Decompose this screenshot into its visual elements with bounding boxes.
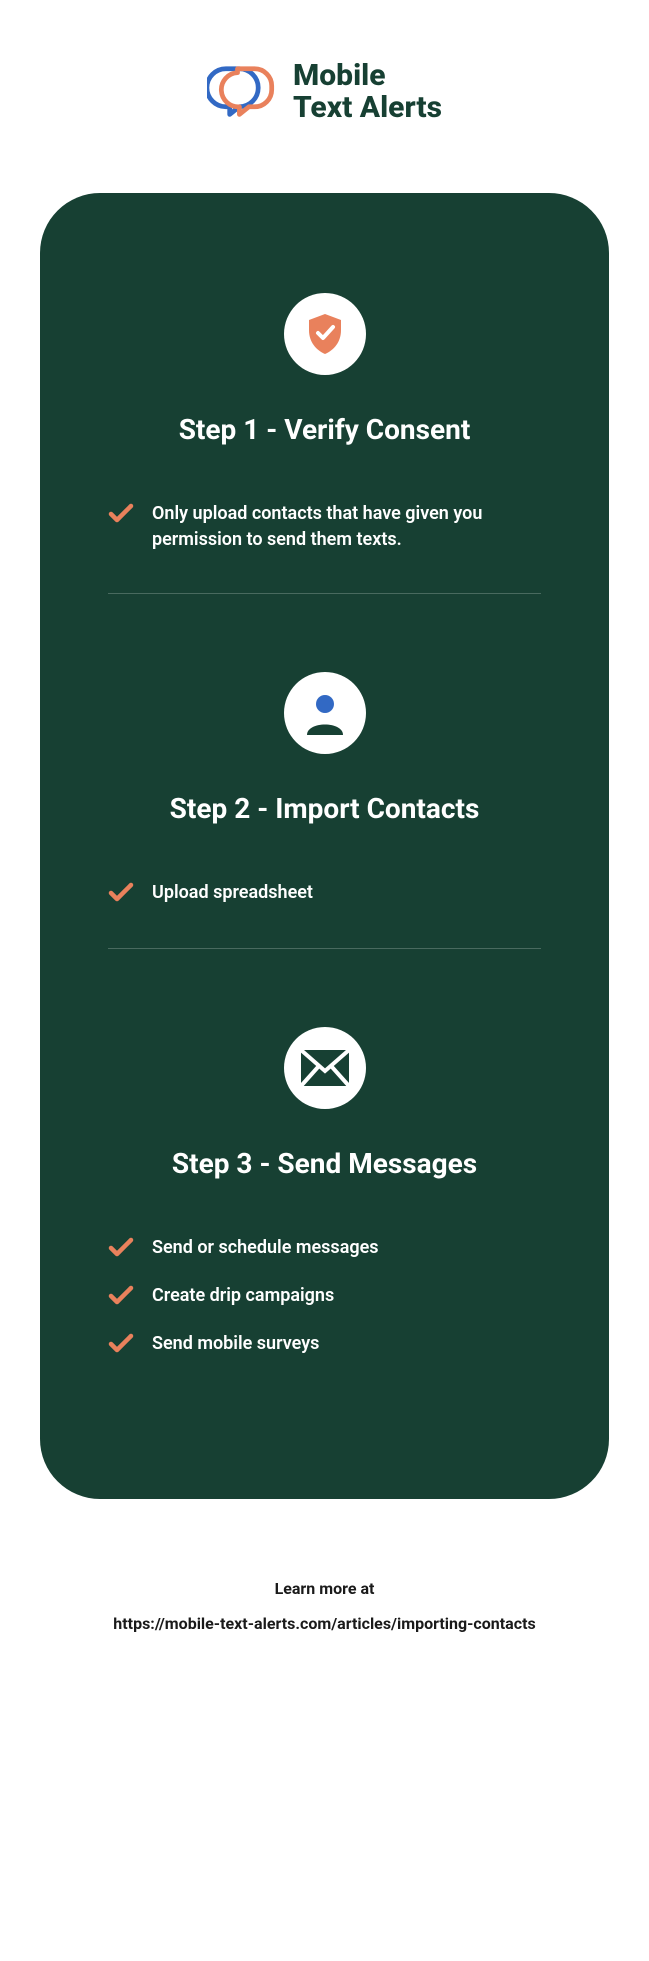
brand-logo-text: Mobile Text Alerts (293, 60, 442, 123)
item-text: Send or schedule messages (152, 1235, 379, 1261)
footer-label: Learn more at (40, 1579, 609, 1598)
step-3-items: Send or schedule messages Create drip ca… (90, 1235, 559, 1359)
divider (108, 948, 541, 949)
shield-check-icon (284, 293, 366, 375)
brand-logo: Mobile Text Alerts (40, 60, 609, 123)
checkmark-icon (108, 501, 134, 529)
list-item: Send mobile surveys (108, 1331, 541, 1359)
envelope-icon (284, 1027, 366, 1109)
list-item: Upload spreadsheet (108, 880, 541, 908)
checkmark-icon (108, 1331, 134, 1359)
steps-card: Step 1 - Verify Consent Only upload cont… (40, 193, 609, 1499)
brand-logo-icon (207, 65, 277, 119)
footer: Learn more at https://mobile-text-alerts… (40, 1579, 609, 1633)
divider (108, 593, 541, 594)
step-2-title: Step 2 - Import Contacts (90, 792, 559, 825)
step-3: Step 3 - Send Messages Send or schedule … (90, 1027, 559, 1359)
brand-line2: Text Alerts (293, 92, 442, 124)
list-item: Create drip campaigns (108, 1283, 541, 1311)
step-2-items: Upload spreadsheet (90, 880, 559, 908)
checkmark-icon (108, 1283, 134, 1311)
item-text: Upload spreadsheet (152, 880, 313, 906)
step-3-title: Step 3 - Send Messages (90, 1147, 559, 1180)
item-text: Only upload contacts that have given you… (152, 501, 541, 553)
step-2: Step 2 - Import Contacts Upload spreadsh… (90, 672, 559, 908)
checkmark-icon (108, 880, 134, 908)
page: Mobile Text Alerts Step 1 - Verify Conse… (0, 0, 649, 1693)
checkmark-icon (108, 1235, 134, 1263)
brand-line1: Mobile (293, 60, 442, 92)
step-1: Step 1 - Verify Consent Only upload cont… (90, 293, 559, 553)
list-item: Send or schedule messages (108, 1235, 541, 1263)
step-1-items: Only upload contacts that have given you… (90, 501, 559, 553)
item-text: Create drip campaigns (152, 1283, 334, 1309)
item-text: Send mobile surveys (152, 1331, 319, 1357)
list-item: Only upload contacts that have given you… (108, 501, 541, 553)
step-1-title: Step 1 - Verify Consent (90, 413, 559, 446)
person-icon (284, 672, 366, 754)
footer-link[interactable]: https://mobile-text-alerts.com/articles/… (40, 1614, 609, 1633)
